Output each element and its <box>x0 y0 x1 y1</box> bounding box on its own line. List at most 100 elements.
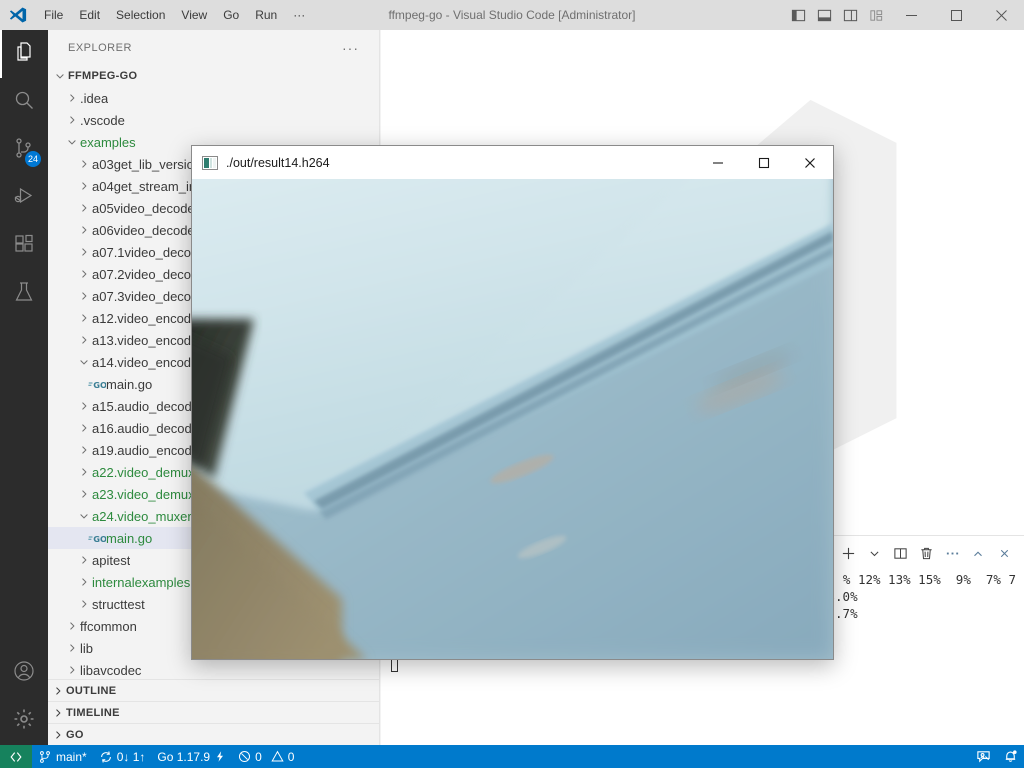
tree-item-label: a23.video_demuxe <box>92 486 202 502</box>
chevron-right-icon[interactable] <box>76 175 92 197</box>
new-terminal-button[interactable] <box>836 542 860 566</box>
chevron-right-icon[interactable] <box>76 329 92 351</box>
chevron-right-icon[interactable] <box>76 285 92 307</box>
chevron-right-icon[interactable] <box>76 307 92 329</box>
activitybar-item-settings[interactable] <box>0 697 48 745</box>
chevron-right-icon[interactable] <box>76 219 92 241</box>
tree-item-label: .vscode <box>80 112 125 128</box>
menu-more[interactable]: ··· <box>285 5 313 25</box>
customize-layout-icon[interactable] <box>863 0 889 30</box>
tree-item-label: .idea <box>80 90 109 106</box>
menu-selection[interactable]: Selection <box>108 5 173 25</box>
player-maximize-button[interactable] <box>741 146 787 179</box>
minimize-button[interactable] <box>889 0 934 30</box>
chevron-down-icon[interactable] <box>76 505 92 527</box>
close-button[interactable] <box>979 0 1024 30</box>
menu-go[interactable]: Go <box>215 5 247 25</box>
chevron-right-icon[interactable] <box>76 241 92 263</box>
chevron-right-icon[interactable] <box>76 483 92 505</box>
close-panel-button[interactable] <box>992 542 1016 566</box>
player-close-button[interactable] <box>787 146 833 179</box>
chevron-right-icon[interactable] <box>64 637 80 659</box>
activitybar-item-source-control[interactable]: 24 <box>0 126 48 174</box>
tree-item-label: a22.video_demuxe <box>92 464 202 480</box>
chevron-right-icon[interactable] <box>76 593 92 615</box>
chevron-right-icon[interactable] <box>64 87 80 109</box>
remote-host-indicator[interactable] <box>0 745 32 768</box>
menu-view[interactable]: View <box>173 5 215 25</box>
menu-file[interactable]: File <box>36 5 71 25</box>
maximize-button[interactable] <box>934 0 979 30</box>
tree-row-folder[interactable]: libavcodec <box>48 659 379 679</box>
panel-more-actions-icon[interactable] <box>940 542 964 566</box>
activitybar-item-extensions[interactable] <box>0 222 48 270</box>
video-player-window[interactable]: ./out/result14.h264 <box>191 145 834 660</box>
go-file-icon: GO <box>88 533 106 544</box>
chevron-down-icon[interactable] <box>76 351 92 373</box>
status-go-version[interactable]: Go 1.17.9 <box>151 745 232 768</box>
chevron-right-icon[interactable] <box>76 571 92 593</box>
menu-bar: File Edit Selection View Go Run ··· <box>36 5 313 25</box>
tree-item-label: a04get_stream_info <box>92 178 207 194</box>
status-feedback[interactable] <box>970 745 997 768</box>
chevron-down-icon[interactable] <box>52 65 68 87</box>
toggle-panel-icon[interactable] <box>811 0 837 30</box>
sidebar-section-go[interactable]: GO <box>48 723 379 745</box>
chevron-right-icon[interactable] <box>64 109 80 131</box>
chevron-right-icon[interactable] <box>76 263 92 285</box>
menu-run[interactable]: Run <box>247 5 285 25</box>
tree-item-label: libavcodec <box>80 662 142 678</box>
activitybar-item-testing[interactable] <box>0 270 48 318</box>
sidebar-header-label: EXPLORER <box>68 41 132 54</box>
chevron-right-icon[interactable] <box>76 395 92 417</box>
tree-item-label: a07.2video_decod <box>92 266 199 282</box>
account-icon <box>12 659 36 688</box>
chevron-right-icon[interactable] <box>76 439 92 461</box>
sidebar-more-actions-icon[interactable]: ··· <box>342 40 359 56</box>
chevron-right-icon[interactable] <box>64 615 80 637</box>
sidebar-section-outline[interactable]: OUTLINE <box>48 679 379 701</box>
tree-item-label: structtest <box>92 596 145 612</box>
player-minimize-button[interactable] <box>695 146 741 179</box>
sidebar-section-timeline[interactable]: TIMELINE <box>48 701 379 723</box>
chevron-right-icon[interactable] <box>76 197 92 219</box>
activitybar-item-explorer[interactable] <box>0 30 48 78</box>
tree-row-root[interactable]: FFMPEG-GO <box>48 65 379 87</box>
chevron-right-icon[interactable] <box>76 461 92 483</box>
status-problems[interactable]: 0 0 <box>232 745 300 768</box>
tree-row-folder[interactable]: .idea <box>48 87 379 109</box>
activitybar-item-run-debug[interactable] <box>0 174 48 222</box>
menu-edit[interactable]: Edit <box>71 5 108 25</box>
maximize-panel-chevron-up-icon[interactable] <box>966 542 990 566</box>
chevron-down-icon[interactable] <box>64 131 80 153</box>
tree-item-label: examples <box>80 134 136 150</box>
chevron-right-icon[interactable] <box>50 702 66 724</box>
tree-row-folder[interactable]: .vscode <box>48 109 379 131</box>
chevron-right-icon[interactable] <box>76 549 92 571</box>
kill-terminal-trash-icon[interactable] <box>914 542 938 566</box>
chevron-right-icon[interactable] <box>50 680 66 702</box>
toggle-secondary-sidebar-icon[interactable] <box>837 0 863 30</box>
player-video-surface[interactable] <box>192 179 833 659</box>
activitybar-item-accounts[interactable] <box>0 649 48 697</box>
split-terminal-button[interactable] <box>888 542 912 566</box>
toggle-primary-sidebar-icon[interactable] <box>785 0 811 30</box>
tree-item-label: a07.3video_decod <box>92 288 199 304</box>
sidebar-section-label: OUTLINE <box>66 684 117 697</box>
chevron-right-icon[interactable] <box>50 724 66 746</box>
status-branch[interactable]: main* <box>32 745 93 768</box>
status-notifications[interactable] <box>997 745 1024 768</box>
chevron-down-icon[interactable] <box>862 542 886 566</box>
sync-icon <box>100 750 111 763</box>
chevron-right-icon[interactable] <box>76 417 92 439</box>
tree-item-label: a15.audio_decode <box>92 398 199 414</box>
tree-root-label: FFMPEG-GO <box>68 70 138 82</box>
terminal-cursor <box>391 658 398 672</box>
chevron-right-icon[interactable] <box>76 153 92 175</box>
activitybar-item-search[interactable] <box>0 78 48 126</box>
gear-icon <box>12 707 36 736</box>
warning-triangle-icon <box>271 750 284 762</box>
tree-item-label: lib <box>80 640 94 656</box>
status-sync[interactable]: 0↓ 1↑ <box>93 745 152 768</box>
chevron-right-icon[interactable] <box>64 659 80 679</box>
